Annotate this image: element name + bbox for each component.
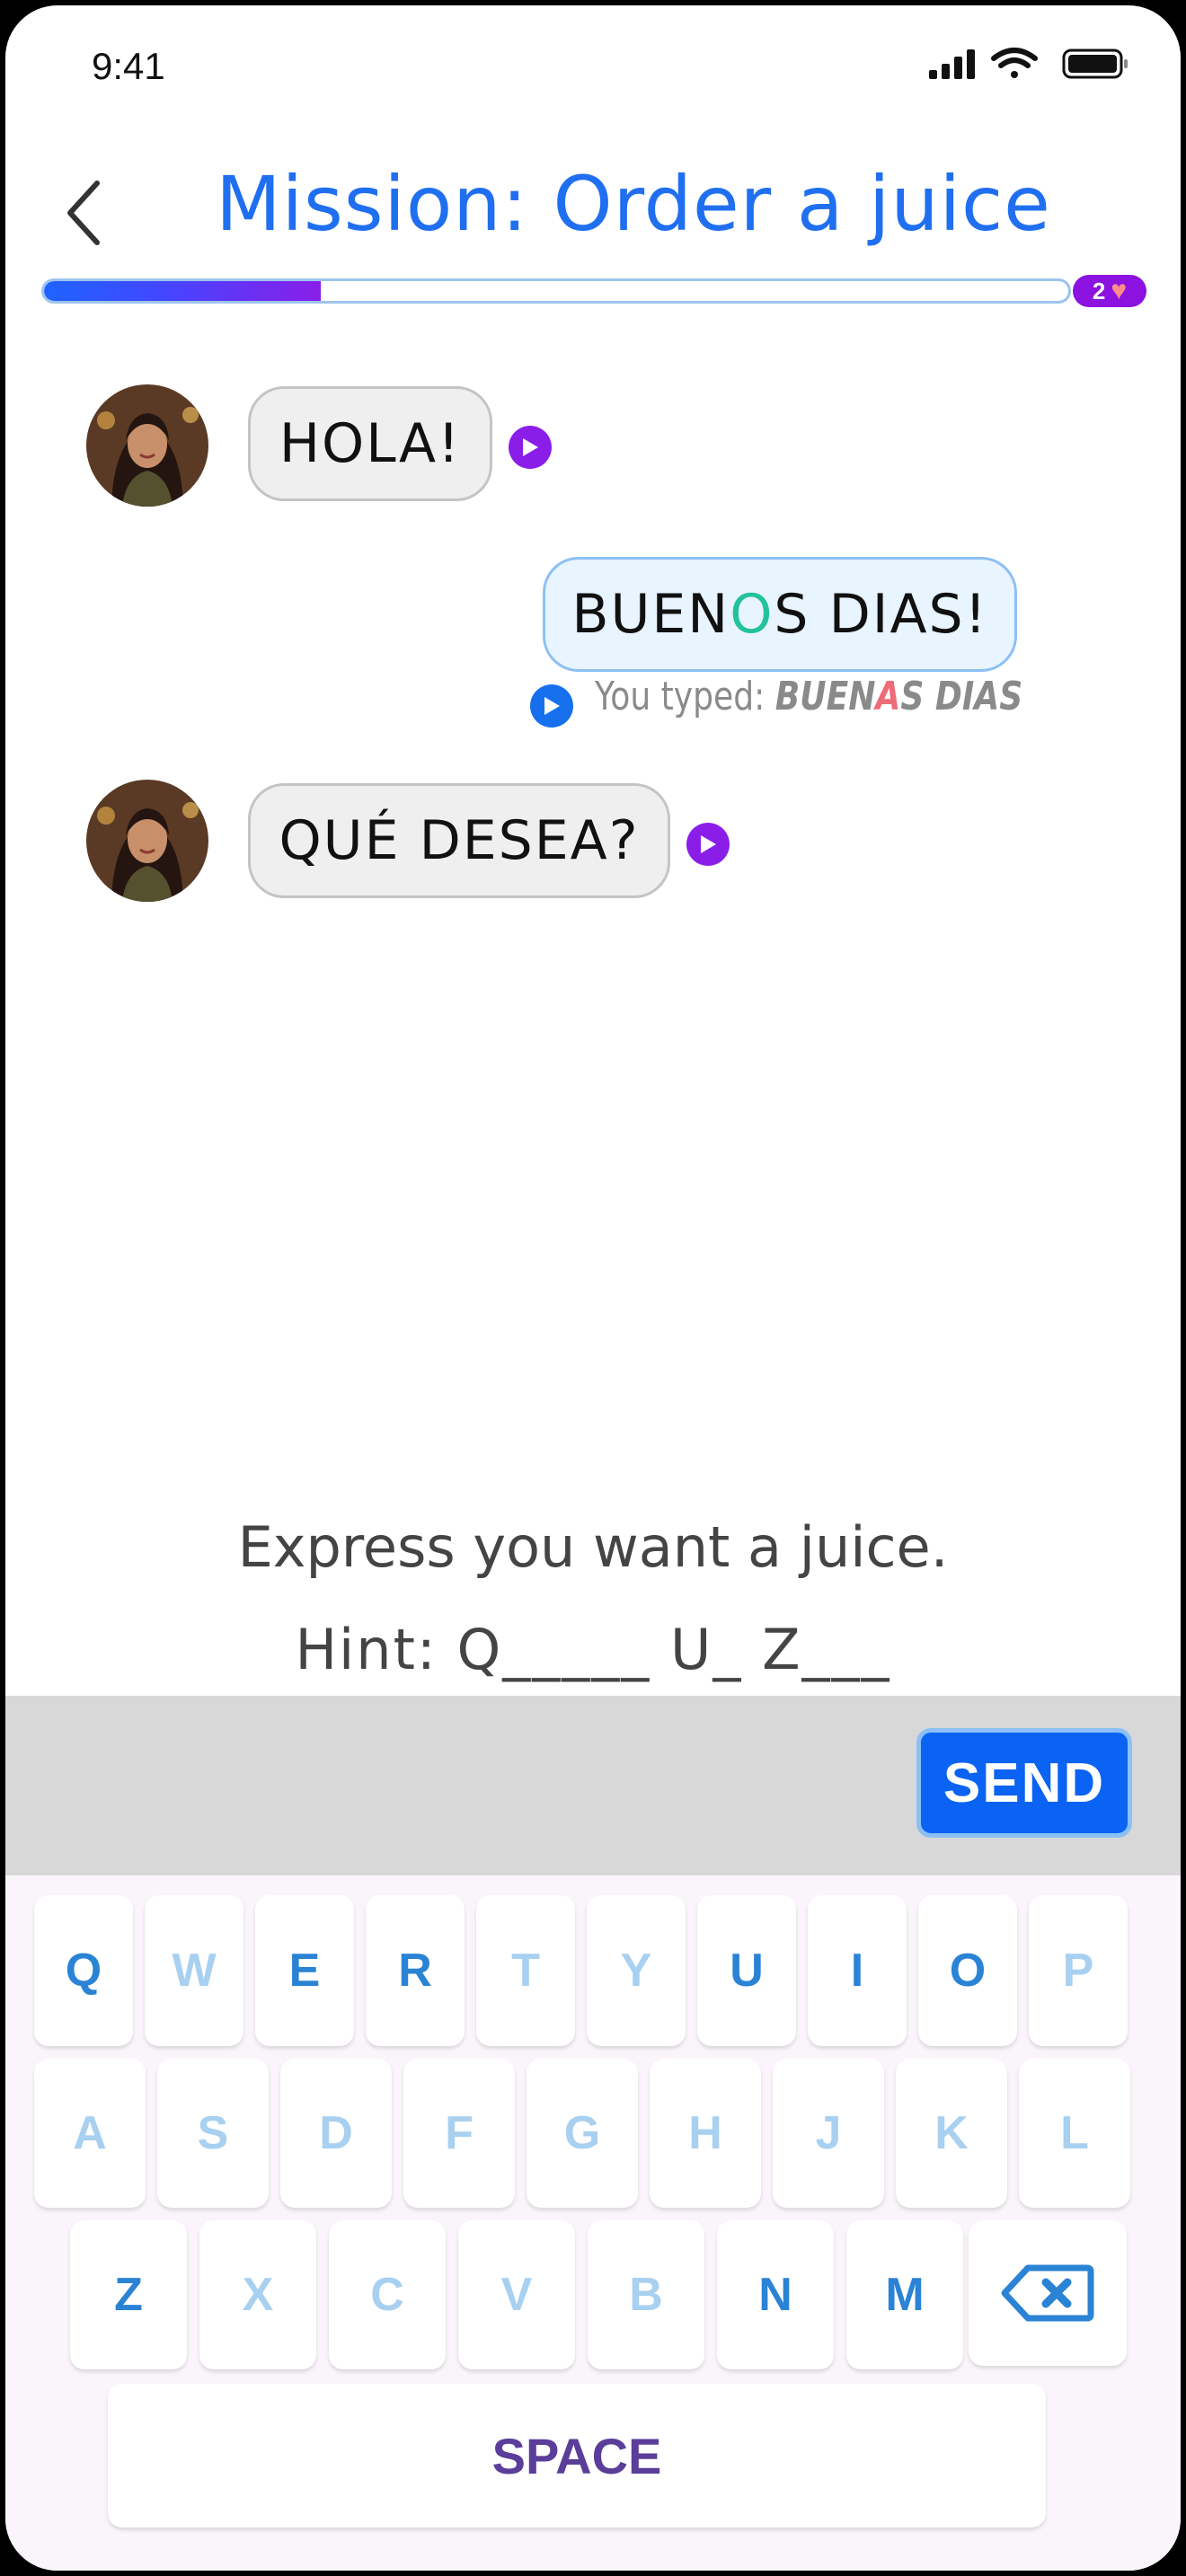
key-m[interactable]: M: [846, 2220, 963, 2369]
message-text: HOLA!: [279, 412, 462, 475]
key-b[interactable]: B: [588, 2220, 704, 2369]
message-text: BUENOS DIAS!: [571, 583, 988, 646]
key-d[interactable]: D: [280, 2059, 392, 2208]
mission-progress-bar: [41, 278, 1071, 304]
key-a[interactable]: A: [34, 2059, 146, 2208]
key-s[interactable]: S: [157, 2059, 269, 2208]
error-letter: A: [875, 674, 901, 719]
user-message-bubble: BUENOS DIAS!: [543, 557, 1017, 672]
back-arrow-icon[interactable]: [59, 172, 110, 253]
key-t[interactable]: T: [476, 1895, 575, 2046]
progress-fill: [44, 281, 321, 301]
key-g[interactable]: G: [527, 2059, 638, 2208]
hearts-count: 2: [1092, 277, 1106, 304]
phone-screen: 9:41 Mission: Order a juice 2 ♥ HOLA! BU…: [5, 5, 1181, 2571]
heart-icon: ♥: [1111, 276, 1128, 305]
key-f[interactable]: F: [403, 2059, 515, 2208]
send-button[interactable]: SEND: [916, 1728, 1132, 1838]
key-h[interactable]: H: [650, 2059, 761, 2208]
keyboard: SPACE QWERTYUIOP ASDFGHJKL ZXCVBNM: [5, 1875, 1181, 2571]
play-icon: [701, 835, 716, 853]
play-icon: [544, 697, 560, 715]
status-time: 9:41: [92, 45, 165, 87]
backspace-icon: [1001, 2264, 1094, 2322]
key-l[interactable]: L: [1019, 2059, 1130, 2208]
key-k[interactable]: K: [896, 2059, 1007, 2208]
key-v[interactable]: V: [458, 2220, 575, 2369]
hearts-badge: 2 ♥: [1073, 275, 1146, 307]
task-prompt: Express you want a juice.: [237, 1514, 949, 1580]
play-audio-button[interactable]: [686, 823, 730, 866]
key-j[interactable]: J: [773, 2059, 884, 2208]
key-n[interactable]: N: [717, 2220, 834, 2369]
corrected-letter: O: [730, 583, 774, 646]
page-title: Mission: Order a juice: [216, 160, 1051, 248]
npc-avatar: [86, 384, 208, 507]
message-text: QUÉ DESEA?: [279, 809, 640, 872]
key-x[interactable]: X: [199, 2220, 316, 2369]
key-o[interactable]: O: [918, 1895, 1017, 2046]
backspace-key[interactable]: [969, 2220, 1127, 2366]
key-y[interactable]: Y: [587, 1895, 686, 2046]
npc-avatar: [86, 780, 208, 902]
key-p[interactable]: P: [1029, 1895, 1128, 2046]
key-u[interactable]: U: [697, 1895, 796, 2046]
key-z[interactable]: Z: [70, 2220, 187, 2369]
task-hint: Hint: Q_____ U_ Z___: [295, 1617, 891, 1682]
key-c[interactable]: C: [329, 2220, 446, 2369]
npc-message-bubble: QUÉ DESEA?: [248, 783, 670, 898]
play-audio-button[interactable]: [509, 426, 552, 469]
typed-feedback: You typed: BUENAS DIAS: [595, 674, 1023, 719]
play-icon: [523, 438, 538, 456]
cellular-signal-icon: [929, 49, 975, 79]
key-q[interactable]: Q: [34, 1895, 133, 2046]
key-e[interactable]: E: [255, 1895, 354, 2046]
key-r[interactable]: R: [366, 1895, 465, 2046]
key-w[interactable]: W: [145, 1895, 243, 2046]
battery-icon: [1062, 49, 1128, 79]
npc-message-bubble: HOLA!: [248, 386, 492, 501]
play-audio-button[interactable]: [530, 684, 573, 728]
space-key[interactable]: SPACE: [108, 2384, 1046, 2527]
status-icons: [929, 48, 1128, 79]
wifi-icon: [991, 48, 1038, 78]
typed-label: You typed:: [595, 674, 775, 719]
key-i[interactable]: I: [808, 1895, 907, 2046]
